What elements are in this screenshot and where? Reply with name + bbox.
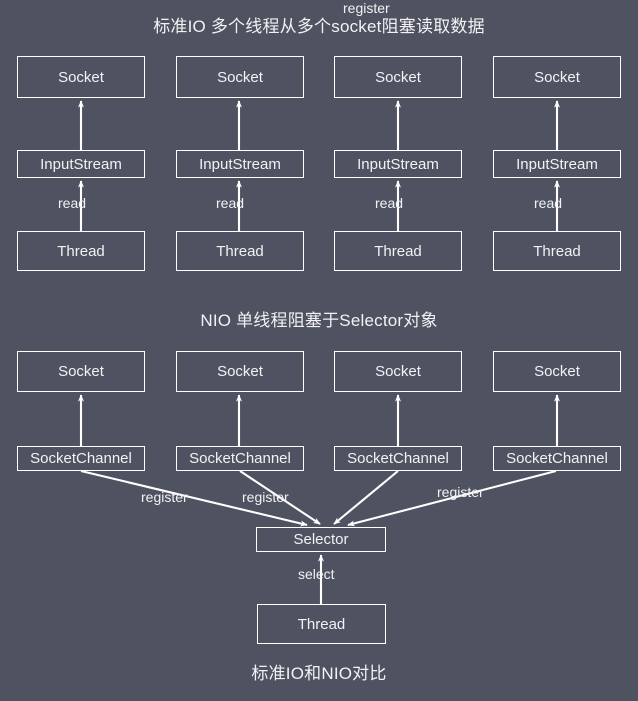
socketchannel-box[interactable]: SocketChannel [17, 446, 145, 471]
figure-caption: 标准IO和NIO对比 [251, 664, 387, 683]
register-edge-label: register [242, 489, 289, 505]
socket-box[interactable]: Socket [493, 56, 621, 98]
read-edge-label: read [58, 195, 87, 211]
diagram-canvas: 标准IO 多个线程从多个socket阻塞读取数据 NIO 单线程阻塞于Selec… [0, 0, 638, 701]
inputstream-box[interactable]: InputStream [17, 150, 145, 178]
thread-box[interactable]: Thread [176, 231, 304, 271]
socket-box[interactable]: Socket [176, 56, 304, 98]
nio-socket-box[interactable]: Socket [176, 351, 304, 392]
register-edge-label: register [437, 484, 484, 500]
thread-box[interactable]: Thread [334, 231, 462, 271]
socket-box[interactable]: Socket [17, 56, 145, 98]
socketchannel-box[interactable]: SocketChannel [334, 446, 462, 471]
register-edge-label: register [343, 0, 390, 16]
select-edge-label: select [298, 566, 335, 582]
nio-socket-box[interactable]: Socket [17, 351, 145, 392]
read-edge-label: read [534, 195, 563, 211]
socketchannel-box[interactable]: SocketChannel [493, 446, 621, 471]
nio-socket-box[interactable]: Socket [334, 351, 462, 392]
thread-box[interactable]: Thread [17, 231, 145, 271]
nio-socket-box[interactable]: Socket [493, 351, 621, 392]
nio-title: NIO 单线程阻塞于Selector对象 [200, 311, 438, 330]
read-edge-label: read [216, 195, 245, 211]
standard-io-title: 标准IO 多个线程从多个socket阻塞读取数据 [153, 17, 485, 36]
inputstream-box[interactable]: InputStream [493, 150, 621, 178]
thread-box[interactable]: Thread [493, 231, 621, 271]
socketchannel-box[interactable]: SocketChannel [176, 446, 304, 471]
register-edge-label: register [141, 489, 188, 505]
nio-thread-box[interactable]: Thread [257, 604, 386, 644]
socket-box[interactable]: Socket [334, 56, 462, 98]
inputstream-box[interactable]: InputStream [176, 150, 304, 178]
read-edge-label: read [375, 195, 404, 211]
selector-box[interactable]: Selector [256, 527, 386, 552]
inputstream-box[interactable]: InputStream [334, 150, 462, 178]
